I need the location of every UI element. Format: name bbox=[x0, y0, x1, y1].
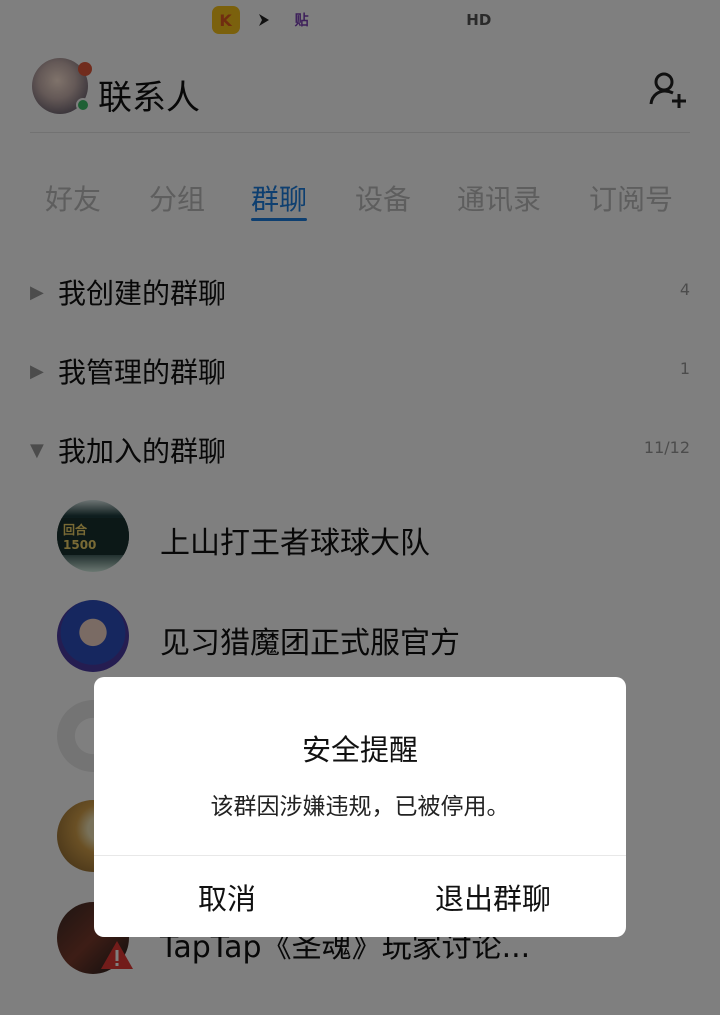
security-alert-dialog: 安全提醒 该群因涉嫌违规，已被停用。 取消 退出群聊 bbox=[94, 677, 626, 937]
dialog-message: 该群因涉嫌违规，已被停用。 bbox=[210, 794, 510, 820]
dialog-title: 安全提醒 bbox=[301, 733, 418, 767]
cancel-button[interactable]: 取消 bbox=[94, 856, 360, 937]
exit-group-button[interactable]: 退出群聊 bbox=[360, 856, 626, 937]
